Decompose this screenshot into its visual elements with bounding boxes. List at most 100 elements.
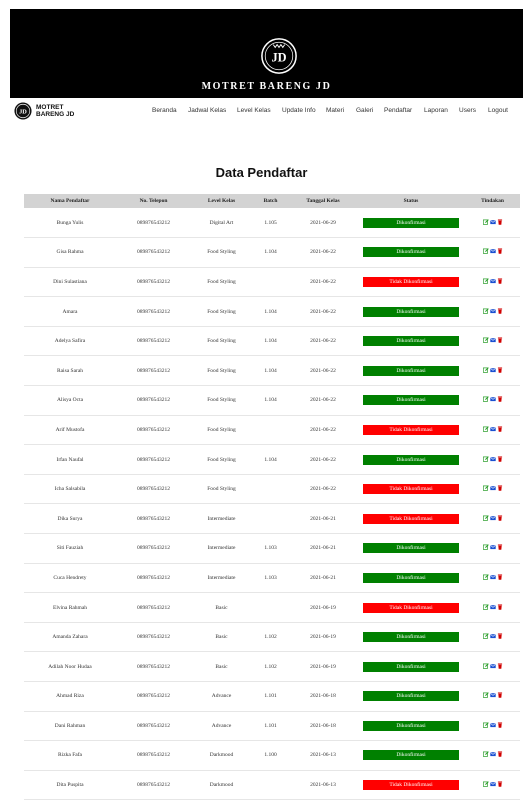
edit-icon[interactable] (482, 455, 489, 462)
trash-icon[interactable] (497, 574, 503, 580)
table-header: Nama Pendaftar No. Telepon Level Kelas B… (24, 194, 520, 208)
mail-icon[interactable] (489, 781, 496, 787)
edit-icon[interactable] (482, 278, 489, 284)
cell-tindakan (465, 238, 520, 268)
table-row: Arif Mustofa 089876543212 Food Styling 2021… (24, 415, 520, 445)
edit-icon[interactable] (482, 781, 489, 787)
mail-icon[interactable] (489, 692, 496, 698)
nav-link-level-kelas[interactable]: Level Kelas (237, 107, 271, 114)
cell-tanggal: 2021-06-19 (310, 604, 336, 611)
mail-icon[interactable] (489, 219, 496, 225)
mail-icon[interactable] (489, 515, 496, 521)
edit-icon[interactable] (482, 367, 489, 373)
nav-link-galeri[interactable]: Galeri (356, 107, 373, 114)
mail-icon[interactable] (489, 722, 496, 728)
trash-icon[interactable] (497, 781, 503, 787)
nav-link-pendaftar[interactable]: Pendaftar (384, 107, 412, 114)
edit-icon[interactable] (482, 307, 489, 314)
trash-icon[interactable] (497, 367, 503, 373)
cell-tindakan (465, 208, 520, 238)
mail-icon[interactable] (489, 663, 496, 669)
trash-icon[interactable] (497, 337, 503, 343)
edit-icon[interactable] (482, 692, 489, 699)
row-actions (482, 278, 503, 284)
trash-icon[interactable] (497, 692, 503, 698)
cell-tindakan (465, 652, 520, 682)
mail-icon[interactable] (489, 574, 496, 580)
status-badge: Dikonfirmasi (363, 661, 459, 672)
trash-icon[interactable] (497, 426, 503, 432)
nav-logo-icon[interactable]: JD (14, 102, 32, 120)
cell-status: Dikonfirmasi (357, 386, 465, 416)
nav-link-users[interactable]: Users (459, 107, 476, 114)
edit-icon[interactable] (482, 248, 489, 255)
status-badge: Tidak Dikonfirmasi (363, 424, 459, 435)
trash-icon[interactable] (497, 248, 503, 255)
edit-icon[interactable] (482, 337, 489, 343)
mail-icon[interactable] (489, 308, 496, 314)
nav-link-materi[interactable]: Materi (326, 107, 344, 114)
table-row: Cuca Hendrety 089876543212 Intermediate 1.1… (24, 563, 520, 593)
mail-icon[interactable] (489, 633, 496, 639)
trash-icon[interactable] (497, 515, 503, 521)
registrants-table: Nama Pendaftar No. Telepon Level Kelas B… (24, 194, 520, 800)
edit-icon[interactable] (482, 633, 489, 639)
mail-icon[interactable] (489, 456, 496, 462)
mail-icon[interactable] (489, 367, 496, 373)
nav-link-jadwal-kelas[interactable]: Jadwal Kelas (188, 107, 226, 114)
edit-icon[interactable] (482, 396, 489, 403)
trash-icon[interactable] (497, 603, 503, 610)
mail-icon[interactable] (489, 396, 496, 402)
trash-icon[interactable] (497, 396, 503, 403)
status-badge: Dikonfirmasi (363, 750, 459, 761)
trash-icon[interactable] (497, 633, 503, 639)
cell-status: Tidak Dikonfirmasi (357, 415, 465, 445)
mail-icon[interactable] (489, 751, 496, 757)
edit-icon[interactable] (482, 544, 489, 551)
row-actions (482, 307, 503, 314)
mail-icon[interactable] (489, 604, 496, 610)
mail-icon[interactable] (489, 485, 496, 491)
trash-icon[interactable] (497, 456, 503, 462)
mail-icon[interactable] (489, 337, 496, 343)
nav-link-beranda[interactable]: Beranda (152, 107, 177, 114)
trash-icon[interactable] (497, 751, 503, 758)
nav-brand[interactable]: MOTRET BARENG JD (36, 104, 74, 118)
mail-icon[interactable] (489, 426, 496, 432)
cell-tanggal: 2021-06-19 (310, 663, 336, 670)
edit-icon[interactable] (482, 751, 489, 758)
cell-telepon: 089876543212 (137, 219, 170, 226)
mail-icon[interactable] (489, 278, 496, 284)
edit-icon[interactable] (482, 514, 489, 521)
cell-level: Basic (215, 604, 228, 611)
trash-icon[interactable] (497, 663, 503, 669)
trash-icon[interactable] (497, 485, 503, 491)
mail-icon[interactable] (489, 544, 496, 550)
row-actions (482, 603, 503, 610)
edit-icon[interactable] (482, 218, 489, 225)
cell-nama: Elvina Rahmah (52, 604, 88, 611)
edit-icon[interactable] (482, 574, 489, 580)
cell-level: Food Styling (207, 486, 236, 493)
nav-link-laporan[interactable]: Laporan (424, 107, 448, 114)
mail-icon[interactable] (489, 248, 496, 254)
cell-tanggal: 2021-06-19 (310, 634, 336, 641)
edit-icon[interactable] (482, 485, 489, 491)
edit-icon[interactable] (482, 722, 489, 728)
edit-icon[interactable] (482, 603, 489, 610)
table-row: Adelya Safira 089876543212 Food Styling 1.1… (24, 326, 520, 356)
trash-icon[interactable] (497, 722, 503, 728)
trash-icon[interactable] (497, 308, 503, 314)
nav-link-logout[interactable]: Logout (488, 107, 508, 114)
trash-icon[interactable] (497, 544, 503, 551)
cell-nama: Rizka Fafa (58, 752, 82, 759)
status-badge: Dikonfirmasi (363, 217, 459, 228)
cell-status: Dikonfirmasi (357, 208, 465, 238)
trash-icon[interactable] (497, 219, 503, 225)
edit-icon[interactable] (482, 662, 489, 669)
edit-icon[interactable] (482, 426, 489, 432)
cell-telepon: 089876543212 (137, 634, 170, 641)
trash-icon[interactable] (497, 278, 503, 284)
row-actions (482, 662, 503, 669)
nav-link-update-info[interactable]: Update Info (282, 107, 316, 114)
